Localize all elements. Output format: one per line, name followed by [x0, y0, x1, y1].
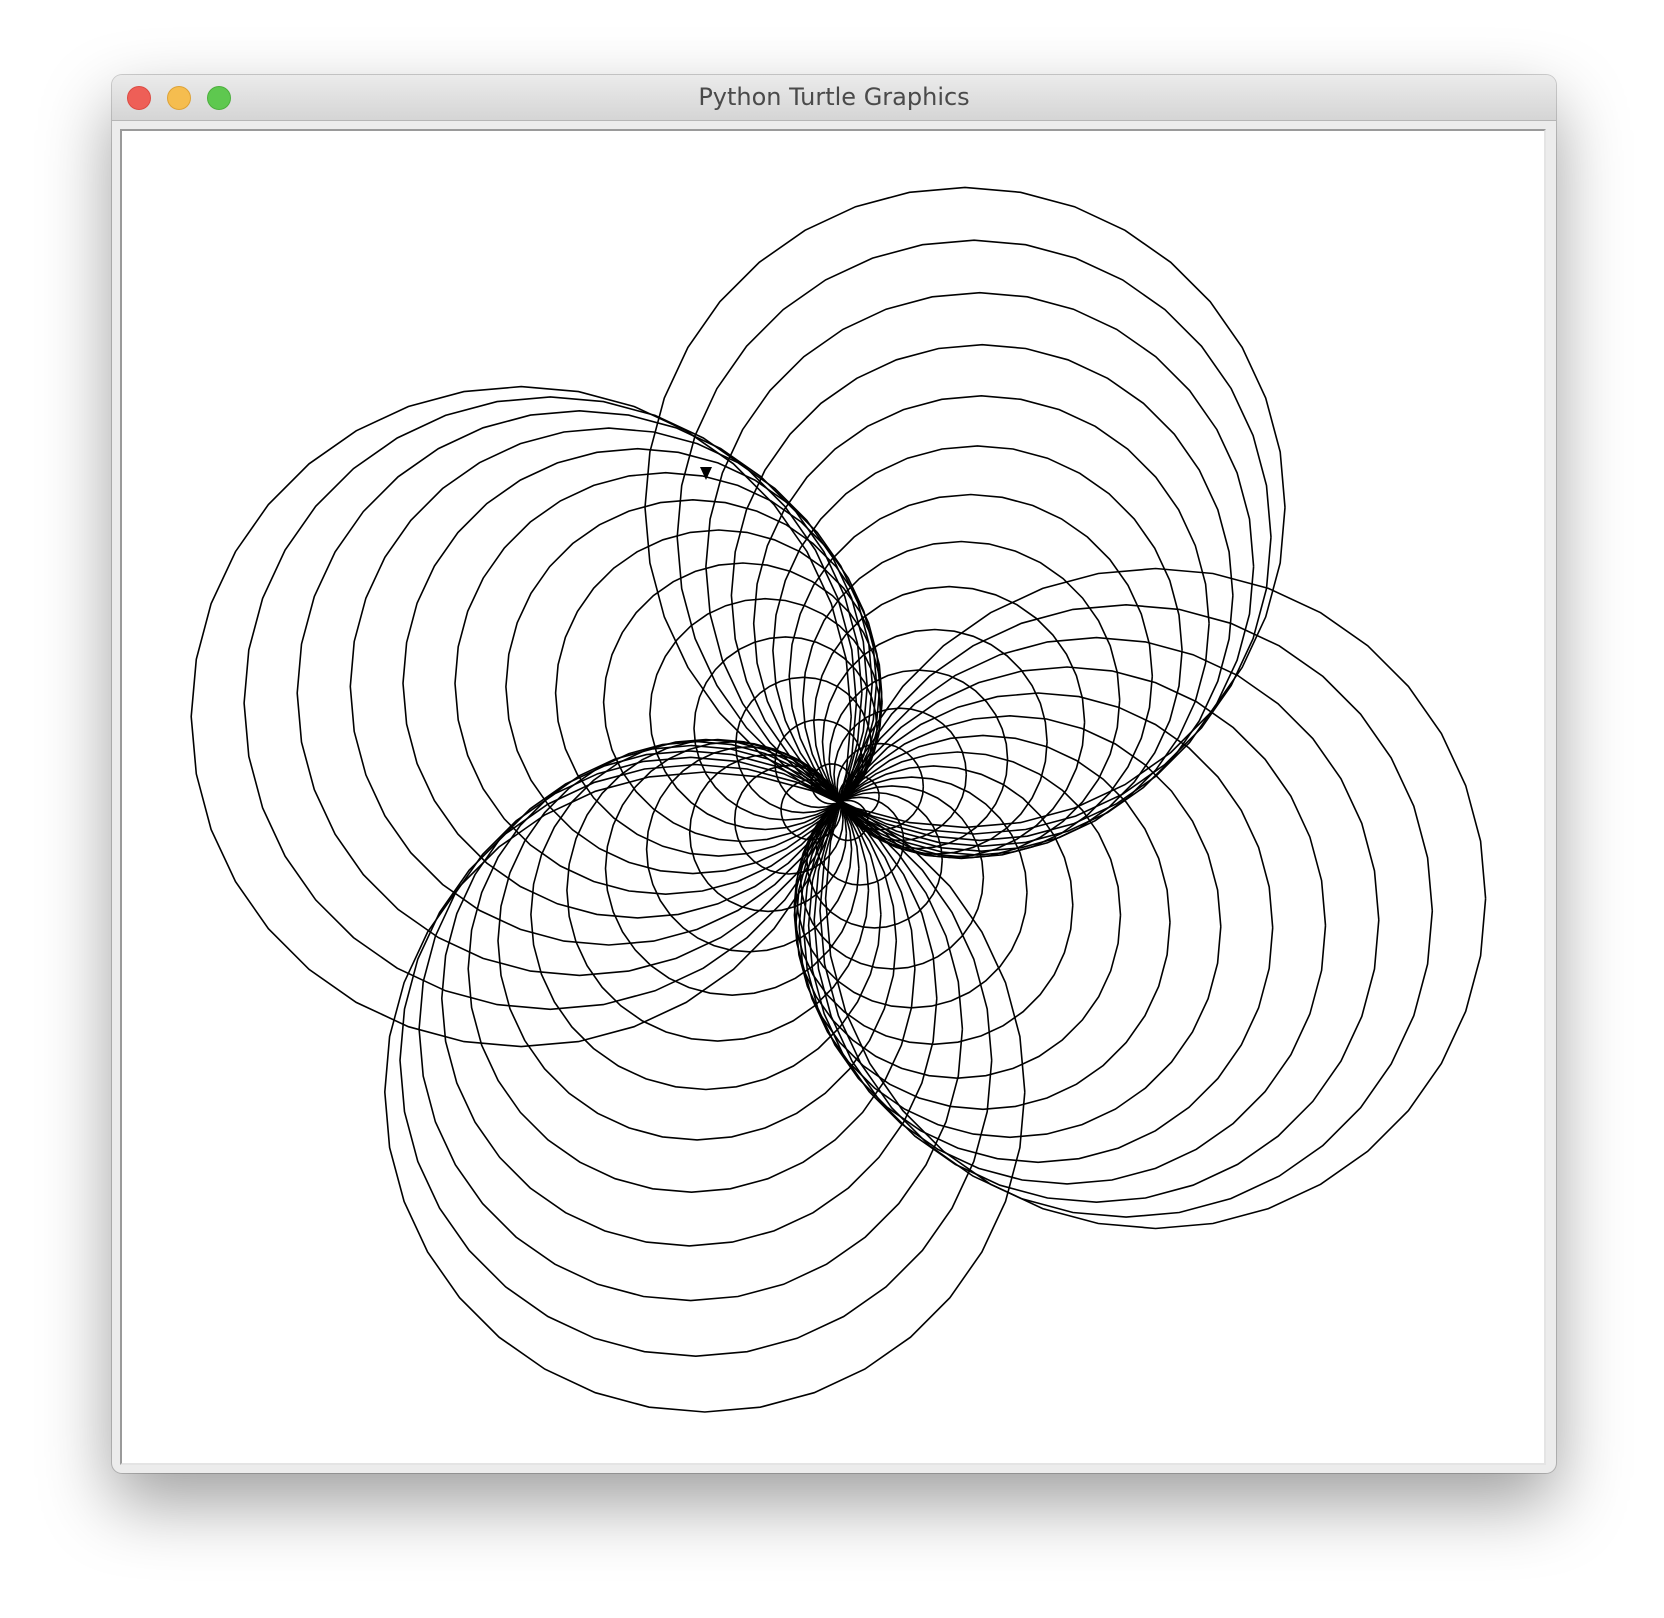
- turtle-canvas: [190, 186, 1487, 1413]
- turtle-window: Python Turtle Graphics: [112, 75, 1556, 1473]
- turtle-stroke-circle: [383, 771, 1026, 1413]
- window-title: Python Turtle Graphics: [698, 83, 970, 111]
- title-bar[interactable]: Python Turtle Graphics: [112, 75, 1556, 121]
- turtle-stroke-circle: [243, 396, 858, 1011]
- turtle-stroke-circle: [730, 343, 1234, 848]
- spirograph-drawing: [190, 186, 1487, 1413]
- turtle-stroke-circle: [824, 567, 1487, 1230]
- turtle-canvas-frame[interactable]: [120, 129, 1546, 1465]
